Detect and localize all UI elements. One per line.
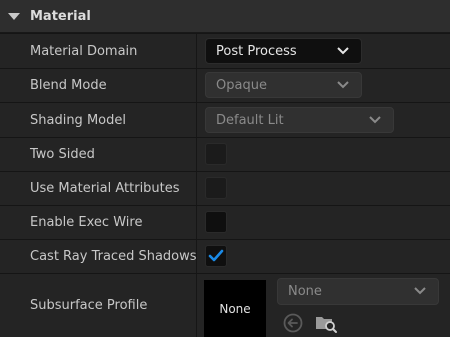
shading-model-label: Shading Model <box>30 112 126 128</box>
folder-search-icon[interactable] <box>314 312 338 334</box>
shading-model-dropdown[interactable]: Default Lit <box>205 107 394 133</box>
shading-model-value: Default Lit <box>216 112 284 128</box>
section-header-material[interactable]: Material <box>0 0 450 32</box>
asset-thumbnail-label: None <box>219 301 251 316</box>
material-domain-label: Material Domain <box>30 43 138 59</box>
subsurface-profile-dropdown[interactable]: None <box>277 278 439 305</box>
row-cast-ray-traced-shadows: Cast Ray Traced Shadows <box>0 239 450 273</box>
column-divider <box>196 103 197 137</box>
material-domain-dropdown[interactable]: Post Process <box>205 38 362 64</box>
cast-ray-traced-shadows-checkbox[interactable] <box>205 245 227 267</box>
row-enable-exec-wire: Enable Exec Wire <box>0 205 450 239</box>
row-material-domain: Material Domain Post Process <box>0 33 450 68</box>
use-material-attributes-label: Use Material Attributes <box>30 181 180 196</box>
chevron-down-icon <box>369 116 381 124</box>
use-selected-asset-icon[interactable] <box>282 312 304 334</box>
enable-exec-wire-label: Enable Exec Wire <box>30 215 143 230</box>
chevron-down-icon <box>414 287 426 295</box>
cast-ray-traced-shadows-label: Cast Ray Traced Shadows <box>30 249 197 264</box>
material-domain-value: Post Process <box>216 43 297 59</box>
blend-mode-value: Opaque <box>216 77 267 93</box>
row-shading-model: Shading Model Default Lit <box>0 102 450 137</box>
column-divider <box>196 172 197 205</box>
blend-mode-dropdown[interactable]: Opaque <box>205 72 362 98</box>
column-divider <box>196 69 197 102</box>
details-panel: Material Material Domain Post Process Bl… <box>0 0 450 337</box>
enable-exec-wire-checkbox[interactable] <box>205 211 227 233</box>
row-subsurface-profile: Subsurface Profile None None <box>0 273 450 337</box>
chevron-down-icon <box>337 81 349 89</box>
chevron-down-icon <box>337 47 349 55</box>
row-two-sided: Two Sided <box>0 137 450 171</box>
section-title: Material <box>30 8 91 24</box>
column-divider <box>196 138 197 171</box>
column-divider <box>196 34 197 68</box>
asset-thumbnail[interactable]: None <box>204 280 266 337</box>
two-sided-checkbox[interactable] <box>205 143 227 165</box>
row-use-material-attributes: Use Material Attributes <box>0 171 450 205</box>
subsurface-profile-label: Subsurface Profile <box>30 298 148 313</box>
column-divider <box>196 274 197 337</box>
row-blend-mode: Blend Mode Opaque <box>0 68 450 102</box>
checkmark-icon <box>208 249 224 262</box>
subsurface-profile-value: None <box>288 284 322 299</box>
triangle-down-icon[interactable] <box>8 12 20 20</box>
column-divider <box>196 206 197 239</box>
two-sided-label: Two Sided <box>30 147 95 162</box>
blend-mode-label: Blend Mode <box>30 78 107 93</box>
use-material-attributes-checkbox[interactable] <box>205 177 227 199</box>
column-divider <box>196 240 197 273</box>
